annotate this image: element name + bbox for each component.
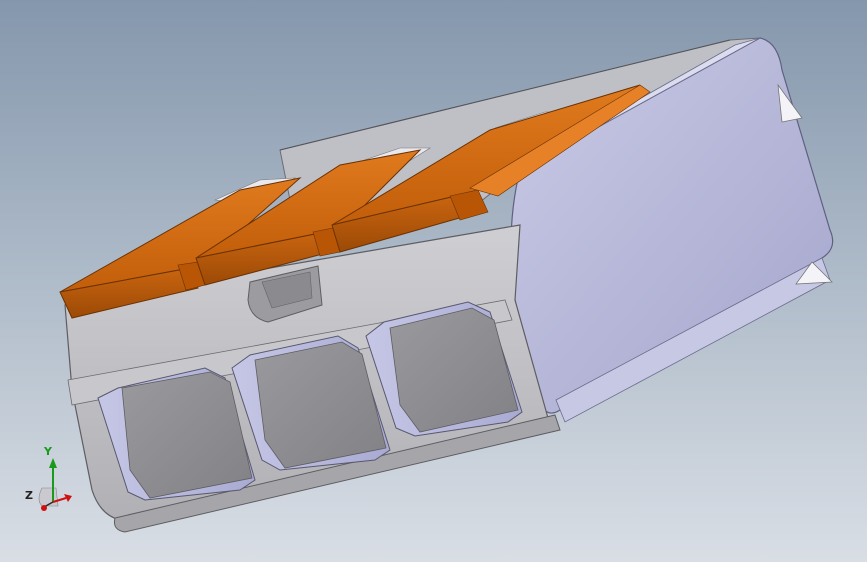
triad-y-label: Y — [44, 445, 52, 458]
latch-tab-upper — [777, 83, 803, 123]
triad-z-label: Z — [25, 489, 33, 502]
view-orientation-triad[interactable]: Y Z — [20, 440, 80, 520]
model-3d-view[interactable] — [0, 0, 867, 562]
graphics-viewport[interactable]: Y Z — [0, 0, 867, 562]
